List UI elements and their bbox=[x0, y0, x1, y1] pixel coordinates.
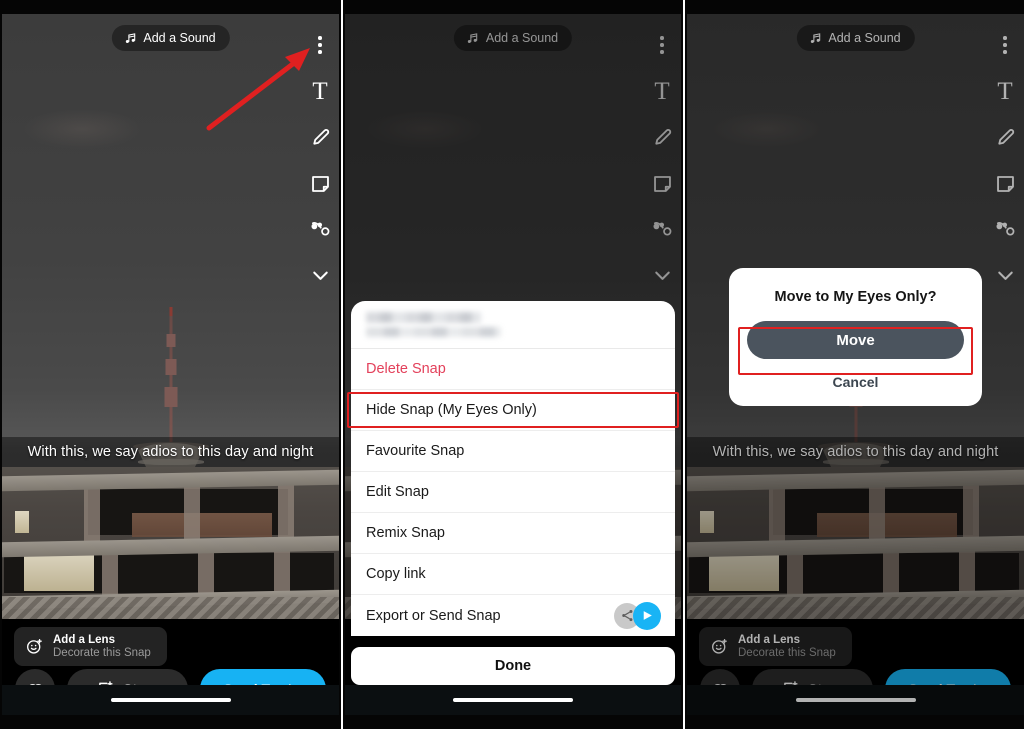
foreground-building bbox=[2, 467, 339, 619]
building-column bbox=[274, 549, 290, 595]
add-a-sound-label: Add a Sound bbox=[143, 31, 216, 45]
sky-cloud bbox=[22, 109, 142, 149]
tower-mast-segment bbox=[166, 334, 175, 347]
dialog-cancel-button[interactable]: Cancel bbox=[747, 374, 964, 390]
text-tool-button[interactable]: T bbox=[307, 78, 333, 104]
send-arrow-icon bbox=[643, 611, 652, 620]
sheet-username-row bbox=[351, 301, 675, 349]
done-button[interactable]: Done bbox=[351, 647, 675, 685]
collapse-tools-button[interactable] bbox=[307, 262, 333, 288]
tower-mast-segment bbox=[164, 387, 177, 407]
menu-item-hide-snap[interactable]: Hide Snap (My Eyes Only) bbox=[351, 390, 675, 431]
blurred-username bbox=[366, 312, 501, 337]
building-column bbox=[198, 549, 214, 595]
move-to-my-eyes-only-dialog: Move to My Eyes Only? Move Cancel bbox=[729, 268, 982, 406]
screenshot-root: With this, we say adios to this day and … bbox=[0, 0, 1024, 729]
lens-chip-subtitle: Decorate this Snap bbox=[53, 647, 151, 659]
menu-item-label: Copy link bbox=[366, 566, 426, 582]
three-dots-vertical-icon bbox=[318, 36, 322, 54]
draw-tool-button[interactable] bbox=[307, 124, 333, 150]
tower-mast-segment bbox=[165, 359, 176, 375]
building-lit-window bbox=[15, 511, 29, 533]
menu-item-favourite-snap[interactable]: Favourite Snap bbox=[351, 431, 675, 472]
menu-item-label: Hide Snap (My Eyes Only) bbox=[366, 402, 537, 418]
lens-smiley-plus-icon bbox=[27, 638, 42, 654]
snap-caption[interactable]: With this, we say adios to this day and … bbox=[2, 437, 339, 467]
done-button-label: Done bbox=[494, 658, 532, 674]
dialog-cancel-label: Cancel bbox=[832, 374, 879, 390]
scissors-cutout-icon bbox=[310, 221, 329, 236]
menu-item-export-or-send-snap[interactable]: Export or Send Snap bbox=[351, 595, 675, 636]
building-lit-window bbox=[24, 555, 94, 591]
menu-item-label: Export or Send Snap bbox=[366, 607, 501, 624]
home-indicator-2[interactable] bbox=[453, 698, 573, 702]
send-snap-button[interactable] bbox=[633, 601, 661, 630]
menu-item-label: Remix Snap bbox=[366, 525, 445, 541]
building-column bbox=[184, 485, 200, 541]
chevron-down-icon bbox=[312, 271, 328, 280]
sticker-tool-button[interactable] bbox=[307, 170, 333, 196]
editor-tool-rail-1: T bbox=[307, 32, 333, 288]
menu-item-label: Favourite Snap bbox=[366, 443, 465, 459]
building-column bbox=[84, 485, 100, 541]
blurred-username-line bbox=[366, 327, 501, 337]
pencil-icon bbox=[312, 128, 329, 145]
panel-1-screen: With this, we say adios to this day and … bbox=[2, 14, 339, 715]
more-options-button[interactable] bbox=[307, 32, 333, 58]
building-brickwork bbox=[132, 513, 272, 537]
menu-item-copy-link[interactable]: Copy link bbox=[351, 554, 675, 595]
building-column bbox=[102, 549, 118, 595]
music-note-icon bbox=[125, 33, 135, 44]
pavement bbox=[2, 597, 339, 619]
add-a-sound-button[interactable]: Add a Sound bbox=[111, 25, 230, 51]
text-T-icon: T bbox=[312, 77, 328, 105]
blurred-username-line bbox=[366, 312, 481, 323]
menu-item-label: Delete Snap bbox=[366, 361, 446, 377]
snap-action-sheet: Delete Snap Hide Snap (My Eyes Only) Fav… bbox=[351, 301, 675, 636]
dialog-move-button[interactable]: Move bbox=[747, 321, 964, 359]
snap-caption-text: With this, we say adios to this day and … bbox=[27, 444, 314, 460]
cutout-tool-button[interactable] bbox=[307, 216, 333, 242]
sticker-icon bbox=[311, 175, 329, 192]
dialog-title: Move to My Eyes Only? bbox=[774, 289, 937, 305]
menu-item-delete-snap[interactable]: Delete Snap bbox=[351, 349, 675, 390]
menu-item-edit-snap[interactable]: Edit Snap bbox=[351, 472, 675, 513]
phone-panel-2: Add a Sound T Delete Snap Hide Snap (My … bbox=[343, 0, 683, 729]
snap-photo-1 bbox=[2, 14, 339, 619]
sheet-share-icons bbox=[614, 601, 661, 630]
phone-panel-3: With this, we say adios to this day and … bbox=[685, 0, 1024, 729]
lens-chip-title: Add a Lens bbox=[53, 634, 115, 646]
panel-3-screen: With this, we say adios to this day and … bbox=[687, 14, 1024, 715]
building-column bbox=[278, 485, 294, 541]
dialog-move-label: Move bbox=[836, 331, 875, 349]
phone-panel-1: With this, we say adios to this day and … bbox=[0, 0, 341, 729]
menu-item-label: Edit Snap bbox=[366, 484, 429, 500]
menu-item-remix-snap[interactable]: Remix Snap bbox=[351, 513, 675, 554]
add-a-lens-chip[interactable]: Add a Lens Decorate this Snap bbox=[14, 627, 167, 666]
lens-chip-texts: Add a Lens Decorate this Snap bbox=[53, 634, 151, 659]
home-indicator-1[interactable] bbox=[110, 698, 231, 702]
editor-topbar-1: Add a Sound bbox=[2, 14, 339, 72]
panel-2-screen: Add a Sound T Delete Snap Hide Snap (My … bbox=[345, 14, 681, 715]
editor-bottombar-1: Add a Lens Decorate this Snap bbox=[2, 619, 339, 715]
